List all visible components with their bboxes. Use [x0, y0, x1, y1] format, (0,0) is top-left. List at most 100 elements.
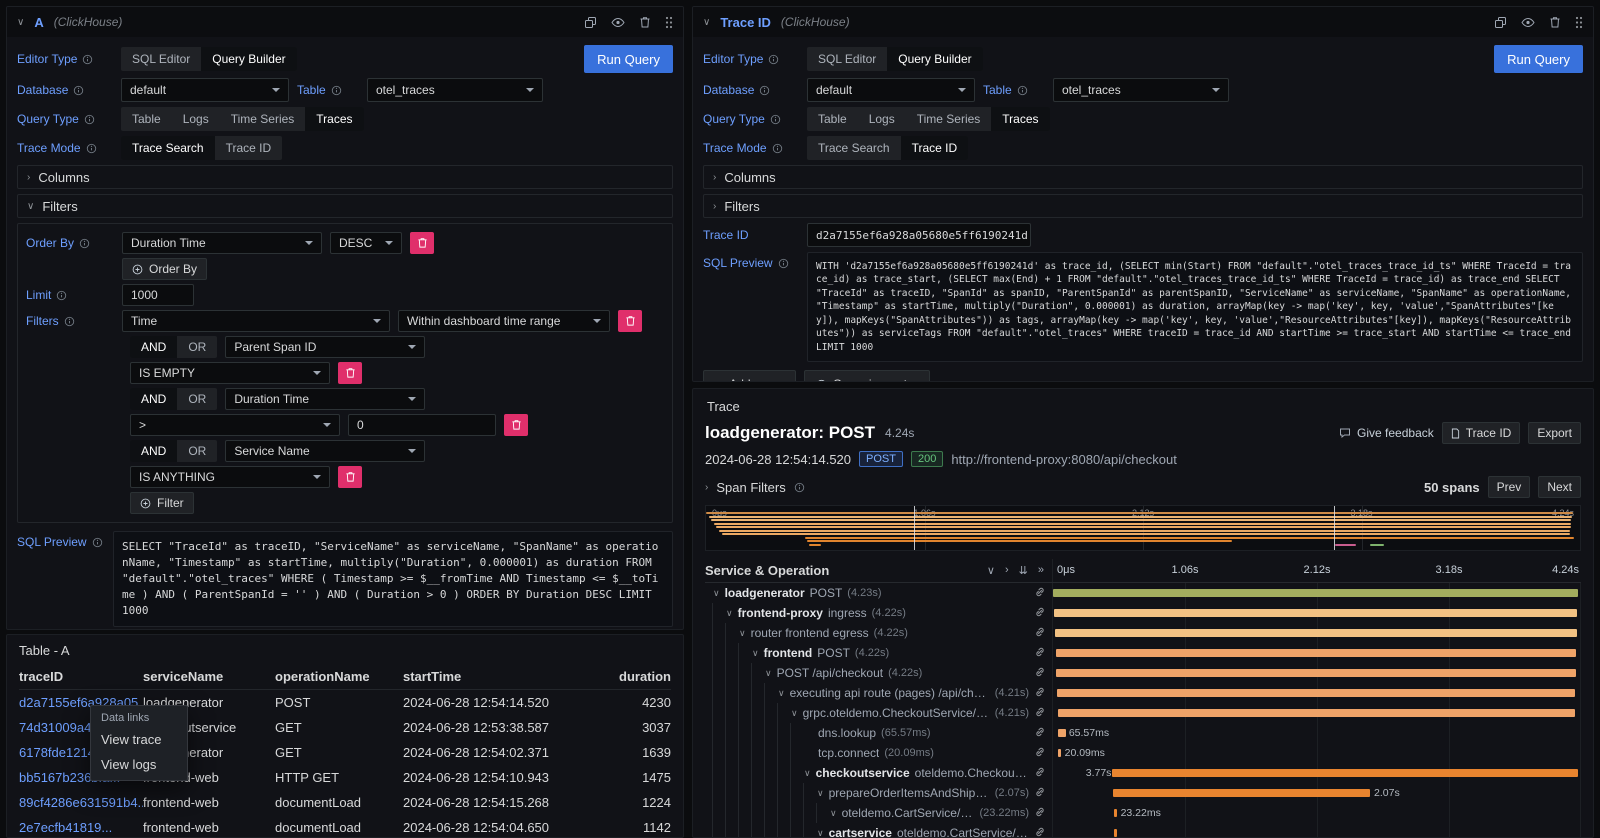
span-link-icon[interactable] — [1034, 606, 1052, 621]
span-link-icon[interactable] — [1034, 766, 1052, 781]
chevron-down-icon[interactable]: ∨ — [739, 628, 746, 639]
col-header-duration[interactable]: duration — [575, 669, 671, 684]
span-name-cell[interactable]: ∨loadgeneratorPOST(4.23s) — [705, 583, 1053, 603]
chevron-down-icon[interactable]: ∨ — [778, 688, 785, 699]
delete-query-trash-icon[interactable] — [639, 16, 651, 29]
span-link-icon[interactable] — [1034, 686, 1052, 701]
span-bar-track[interactable] — [1053, 683, 1581, 703]
span-name-cell[interactable]: ∨grpc.oteldemo.CheckoutService/PlaceOrde… — [705, 703, 1053, 723]
database-select[interactable]: default — [121, 78, 289, 102]
trace-minimap[interactable]: 0μs 1.06s 2.12s 3.18s 4.24s — [705, 505, 1581, 551]
query-type-table-option[interactable]: Table — [807, 107, 858, 131]
add-query-button[interactable]: +Add query — [703, 370, 796, 382]
delete-query-trash-icon[interactable] — [1549, 16, 1561, 29]
next-button[interactable]: Next — [1538, 476, 1581, 498]
and-option[interactable]: AND — [130, 440, 177, 462]
query-type-timeseries-option[interactable]: Time Series — [906, 107, 992, 131]
query-type-traces-option[interactable]: Traces — [305, 107, 363, 131]
span-link-icon[interactable] — [1034, 826, 1052, 838]
remove-filter-button[interactable] — [338, 466, 362, 488]
filter-field-select[interactable]: Time — [122, 310, 390, 332]
span-link-icon[interactable] — [1034, 806, 1052, 821]
trace-id-link[interactable]: 2e7ecfb41819... — [19, 820, 143, 835]
chevron-right-icon[interactable]: › — [705, 482, 708, 493]
query-type-logs-option[interactable]: Logs — [172, 107, 220, 131]
span-bar-track[interactable]: 20.09ms — [1053, 743, 1581, 763]
chevron-down-icon[interactable]: ∨ — [752, 648, 759, 659]
sql-editor-option[interactable]: SQL Editor — [121, 47, 201, 71]
col-header-servicename[interactable]: serviceName — [143, 669, 275, 684]
query-builder-option[interactable]: Query Builder — [201, 47, 296, 71]
table-select[interactable]: otel_traces — [367, 78, 543, 102]
span-name-cell[interactable]: ∨executing api route (pages) /api/checko… — [705, 683, 1053, 703]
run-query-button[interactable]: Run Query — [1494, 45, 1583, 73]
filter-value-input[interactable]: 0 — [348, 414, 496, 436]
span-link-icon[interactable] — [1034, 666, 1052, 681]
span-name-cell[interactable]: ∨checkoutserviceoteldemo.CheckoutService… — [705, 763, 1053, 783]
span-name-cell[interactable]: ∨POST /api/checkout(4.22s) — [705, 663, 1053, 683]
hide-query-eye-icon[interactable] — [1521, 17, 1535, 28]
run-query-button[interactable]: Run Query — [584, 45, 673, 73]
span-link-icon[interactable] — [1034, 586, 1052, 601]
chevron-down-icon[interactable]: ∨ — [791, 708, 798, 719]
view-trace-menu-item[interactable]: View trace — [91, 727, 187, 752]
trace-id-link[interactable]: 89cf4286e631591b4... — [19, 795, 143, 810]
filter-value-select[interactable]: Within dashboard time range — [398, 310, 610, 332]
order-by-field-select[interactable]: Duration Time — [122, 232, 322, 254]
span-name-cell[interactable]: dns.lookup(65.57ms) — [705, 723, 1053, 743]
filters-section-header[interactable]: ∨Filters — [17, 194, 673, 218]
trace-search-option[interactable]: Trace Search — [807, 136, 901, 160]
add-order-by-button[interactable]: Order By — [122, 258, 207, 280]
span-name-cell[interactable]: tcp.connect(20.09ms) — [705, 743, 1053, 763]
span-bar-track[interactable] — [1053, 603, 1581, 623]
filter-field-select[interactable]: Parent Span ID — [225, 336, 425, 358]
duplicate-icon[interactable] — [584, 16, 597, 29]
expand-all-icon[interactable]: » — [1038, 564, 1044, 577]
col-header-traceid[interactable]: traceID — [19, 669, 143, 684]
span-bar-track[interactable] — [1053, 663, 1581, 683]
limit-input[interactable]: 1000 — [122, 284, 194, 306]
hide-query-eye-icon[interactable] — [611, 17, 625, 28]
filter-field-select[interactable]: Duration Time — [225, 388, 425, 410]
collapse-one-icon[interactable]: ∨ — [987, 564, 995, 577]
minimap-cursor[interactable] — [1334, 506, 1335, 550]
query-type-traces-option[interactable]: Traces — [991, 107, 1049, 131]
or-option[interactable]: OR — [177, 336, 217, 358]
give-feedback-link[interactable]: Give feedback — [1339, 426, 1434, 440]
span-bar-track[interactable] — [1053, 823, 1581, 838]
span-filters-label[interactable]: Span Filters — [716, 480, 785, 495]
drag-handle-icon[interactable] — [665, 16, 673, 29]
span-name-cell[interactable]: ∨router frontend egress(4.22s) — [705, 623, 1053, 643]
span-link-icon[interactable] — [1034, 706, 1052, 721]
query-type-timeseries-option[interactable]: Time Series — [220, 107, 306, 131]
span-link-icon[interactable] — [1034, 786, 1052, 801]
span-bar-track[interactable] — [1053, 583, 1581, 603]
query-inspector-button[interactable]: Query inspector — [804, 370, 930, 382]
span-name-cell[interactable]: ∨frontendPOST(4.22s) — [705, 643, 1053, 663]
span-bar-track[interactable]: 2.07s — [1053, 783, 1581, 803]
add-filter-button[interactable]: Filter — [130, 492, 194, 514]
trace-search-option[interactable]: Trace Search — [121, 136, 215, 160]
remove-filter-button[interactable] — [338, 362, 362, 384]
order-by-direction-select[interactable]: DESC — [330, 232, 402, 254]
query-type-logs-option[interactable]: Logs — [858, 107, 906, 131]
trace-id-input[interactable]: d2a7155ef6a928a05680e5ff6190241d — [807, 223, 1031, 247]
duplicate-icon[interactable] — [1494, 16, 1507, 29]
and-option[interactable]: AND — [130, 388, 177, 410]
filter-operator-select[interactable]: > — [130, 414, 340, 436]
columns-section-header[interactable]: ›Columns — [703, 165, 1583, 189]
span-bar-track[interactable] — [1053, 703, 1581, 723]
trace-id-option[interactable]: Trace ID — [901, 136, 969, 160]
chevron-down-icon[interactable]: ∨ — [817, 788, 824, 799]
filter-operator-select[interactable]: IS EMPTY — [130, 362, 330, 384]
drag-handle-icon[interactable] — [1575, 16, 1583, 29]
collapse-all-icon[interactable]: ⇊ — [1019, 564, 1028, 577]
col-header-operationname[interactable]: operationName — [275, 669, 403, 684]
chevron-down-icon[interactable]: ∨ — [804, 768, 811, 779]
col-header-starttime[interactable]: startTime — [403, 669, 575, 684]
span-name-cell[interactable]: ∨frontend-proxyingress(4.22s) — [705, 603, 1053, 623]
view-logs-menu-item[interactable]: View logs — [91, 752, 187, 777]
span-bar-track[interactable] — [1053, 623, 1581, 643]
chevron-down-icon[interactable]: ∨ — [713, 588, 720, 599]
or-option[interactable]: OR — [177, 440, 217, 462]
